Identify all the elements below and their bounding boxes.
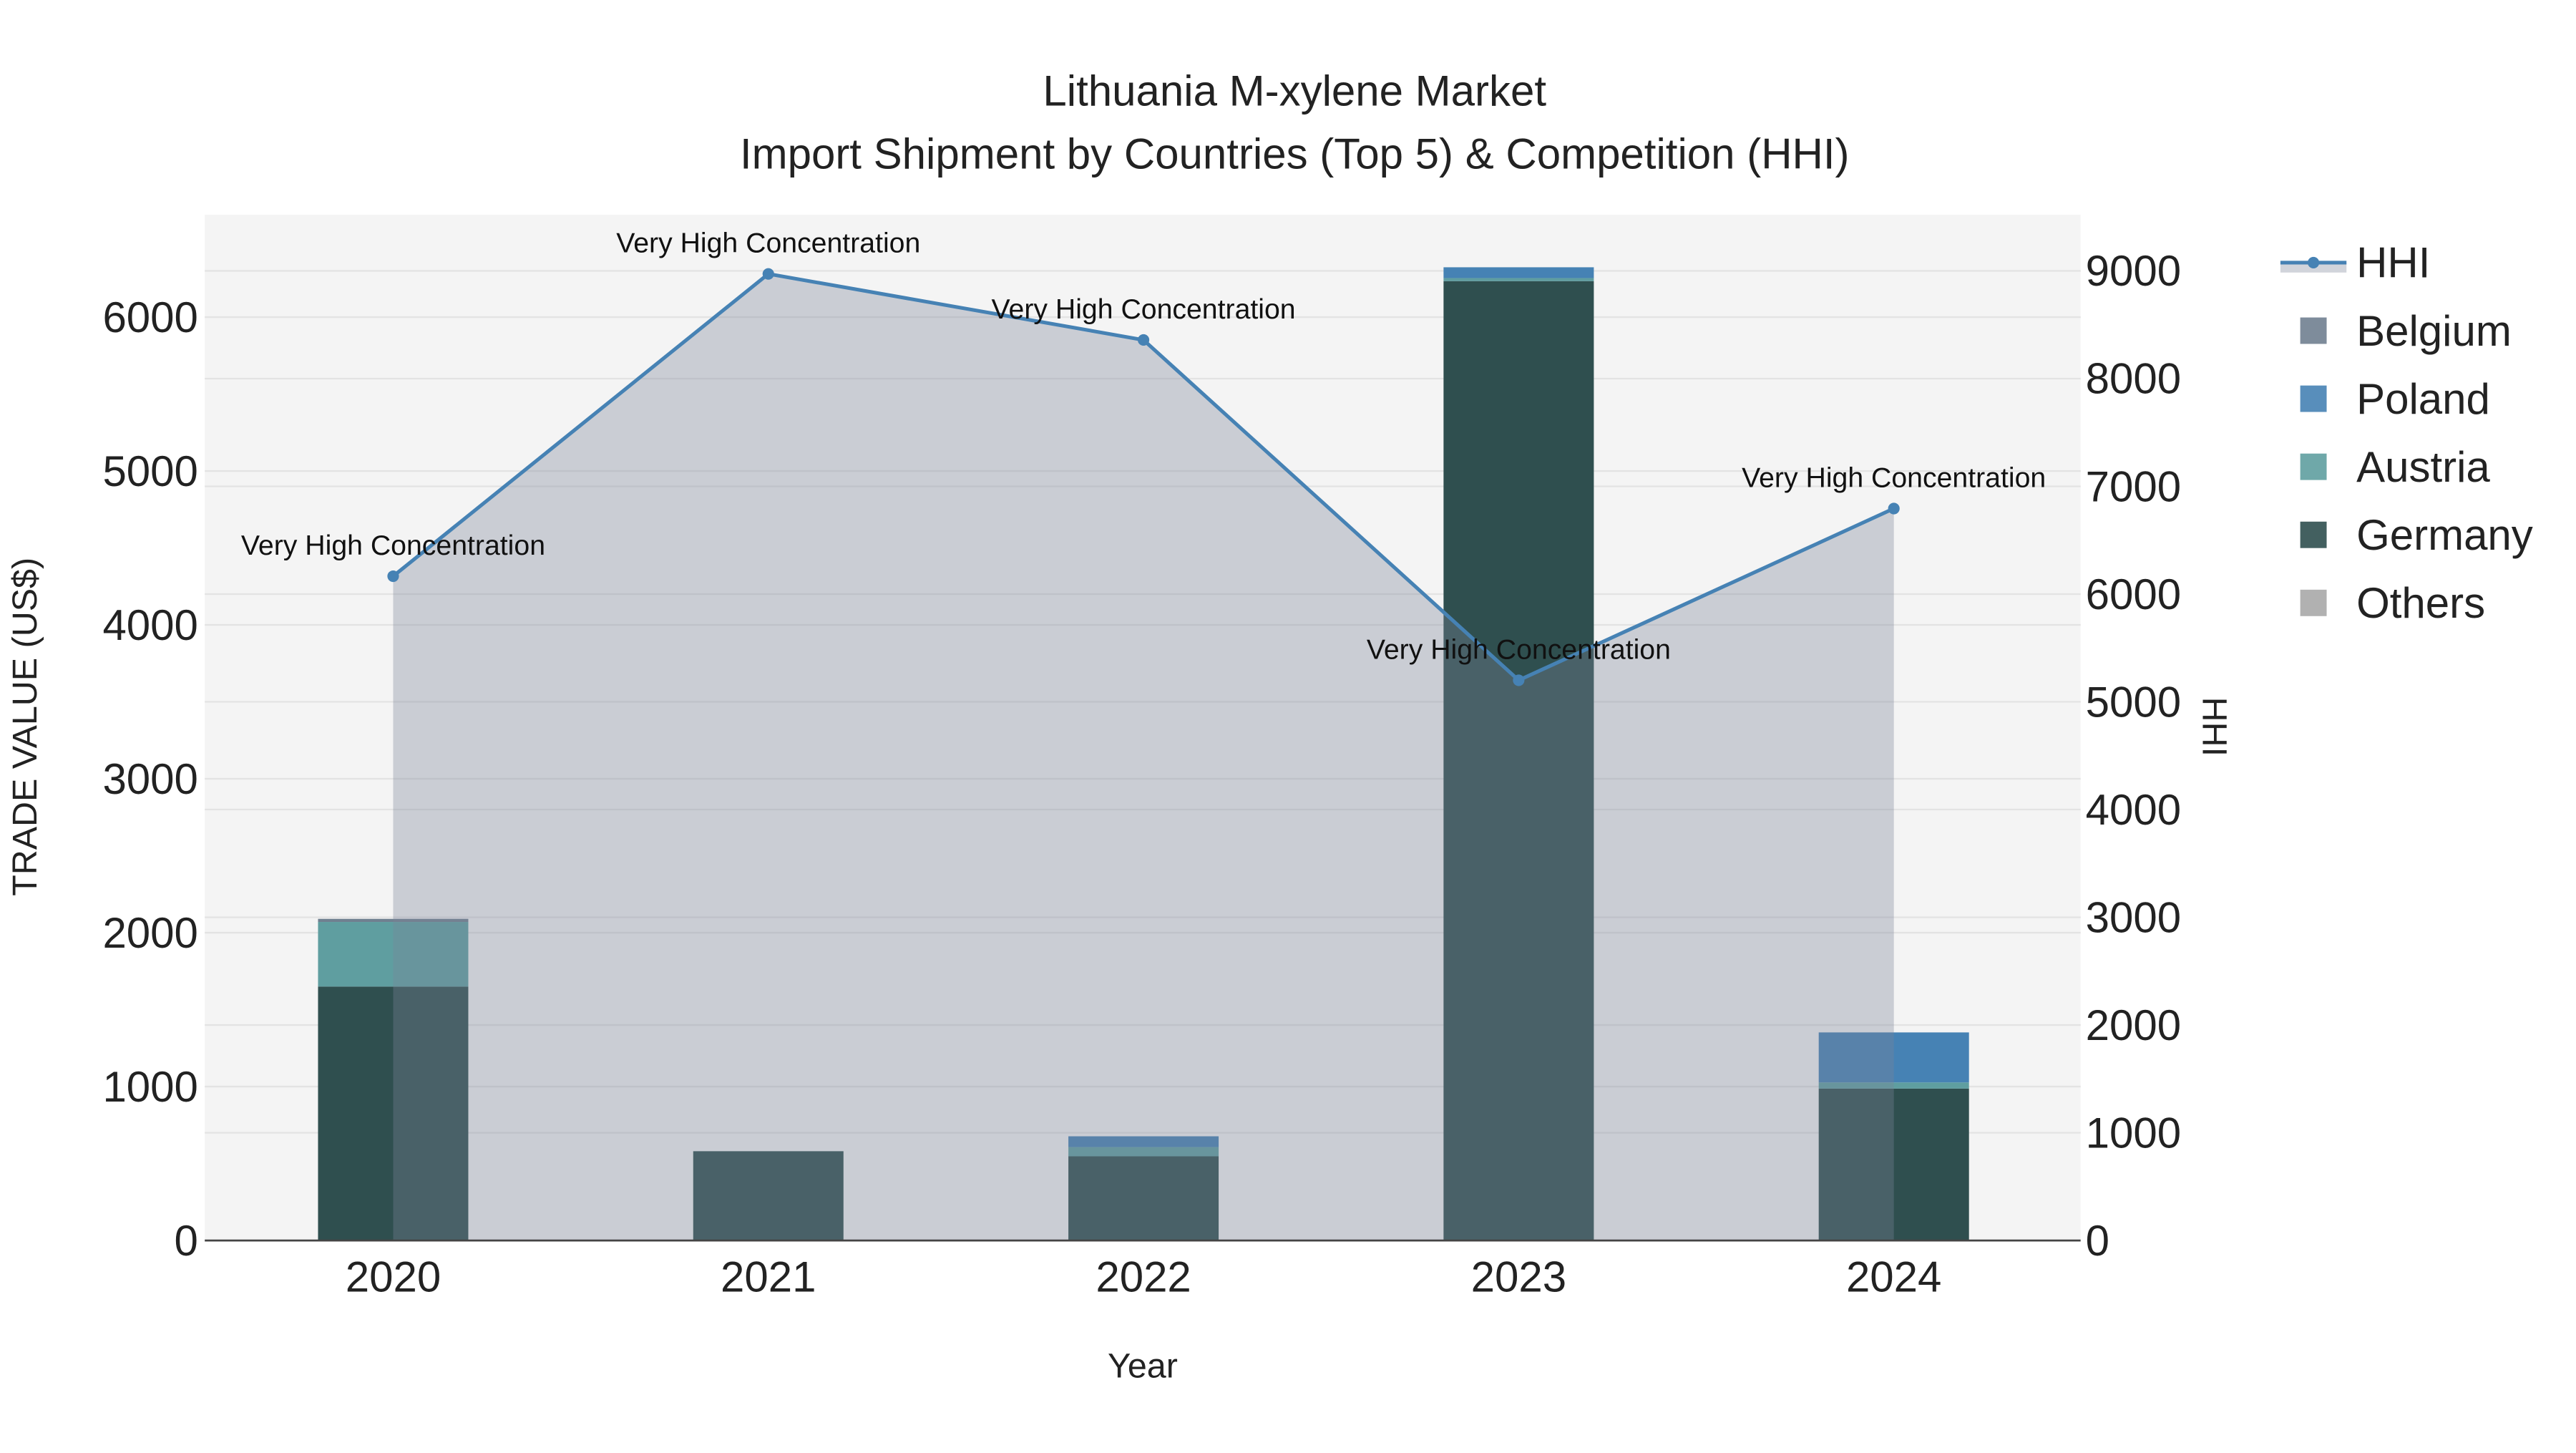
y-tick-label: 6000 <box>102 293 197 341</box>
y2-tick-label: 9000 <box>2086 247 2181 295</box>
y-axis-label: TRADE VALUE (US$) <box>6 558 44 896</box>
legend: HHI Belgium Poland Austria Germany Others <box>2280 239 2533 627</box>
x-tick-label: 2022 <box>1096 1253 1191 1301</box>
legend-label-austria: Austria <box>2356 443 2490 491</box>
y2-tick-label: 7000 <box>2086 462 2181 510</box>
x-axis-ticks: 2020 2021 2022 2023 2024 <box>346 1253 1942 1301</box>
legend-label-others: Others <box>2356 579 2485 627</box>
x-tick-label: 2020 <box>346 1253 441 1301</box>
legend-swatch-belgium <box>2300 317 2327 344</box>
y-tick-label: 0 <box>175 1217 198 1265</box>
y-tick-label: 2000 <box>102 909 197 957</box>
y2-axis-label: HHI <box>2195 697 2233 757</box>
hhi-annotation: Very High Concentration <box>992 293 1296 325</box>
hhi-annotation: Very High Concentration <box>616 228 920 259</box>
y-tick-label: 4000 <box>102 601 197 649</box>
legend-label-germany: Germany <box>2356 511 2533 559</box>
y2-tick-label: 4000 <box>2086 786 2181 834</box>
y2-tick-label: 5000 <box>2086 678 2181 726</box>
y2-tick-label: 6000 <box>2086 570 2181 618</box>
y2-tick-label: 2000 <box>2086 1001 2181 1049</box>
legend-swatch-others <box>2300 589 2327 616</box>
hhi-annotation: Very High Concentration <box>1367 633 1671 665</box>
legend-label-poland: Poland <box>2356 375 2490 423</box>
bar-austria-2023 <box>1443 278 1594 281</box>
y2-tick-label: 0 <box>2086 1217 2109 1265</box>
x-tick-label: 2024 <box>1846 1253 1941 1301</box>
legend-label-belgium: Belgium <box>2356 307 2512 355</box>
x-tick-label: 2023 <box>1471 1253 1566 1301</box>
y-axis-ticks: 0 1000 2000 3000 4000 5000 6000 <box>102 293 197 1265</box>
legend-swatch-poland <box>2300 385 2327 412</box>
y2-tick-label: 1000 <box>2086 1109 2181 1157</box>
hhi-annotation: Very High Concentration <box>241 530 545 561</box>
y2-tick-label: 3000 <box>2086 893 2181 941</box>
bar-poland-2023 <box>1443 267 1594 278</box>
legend-swatch-austria <box>2300 453 2327 480</box>
hhi-annotation: Very High Concentration <box>1742 462 2046 493</box>
y-tick-label: 3000 <box>102 755 197 803</box>
hhi-point-2021 <box>762 268 774 280</box>
x-tick-label: 2021 <box>721 1253 816 1301</box>
chart-title: Lithuania M-xylene Market <box>1043 67 1546 115</box>
hhi-point-2023 <box>1513 674 1525 686</box>
y-tick-label: 5000 <box>102 447 197 495</box>
hhi-point-2024 <box>1888 502 1900 515</box>
x-axis-label: Year <box>1108 1347 1178 1386</box>
y2-tick-label: 8000 <box>2086 355 2181 403</box>
legend-hhi-swatch-marker <box>2308 256 2320 268</box>
hhi-point-2020 <box>387 570 399 583</box>
legend-swatch-germany <box>2300 521 2327 548</box>
legend-label-hhi: HHI <box>2356 239 2430 287</box>
hhi-point-2022 <box>1138 334 1150 346</box>
chart-subtitle: Import Shipment by Countries (Top 5) & C… <box>740 130 1850 178</box>
y-tick-label: 1000 <box>102 1063 197 1111</box>
y2-axis-ticks: 0 1000 2000 3000 4000 5000 6000 7000 8000 9000 <box>2086 247 2181 1265</box>
chart: Very High Concentration Very High Concent… <box>6 67 2533 1386</box>
